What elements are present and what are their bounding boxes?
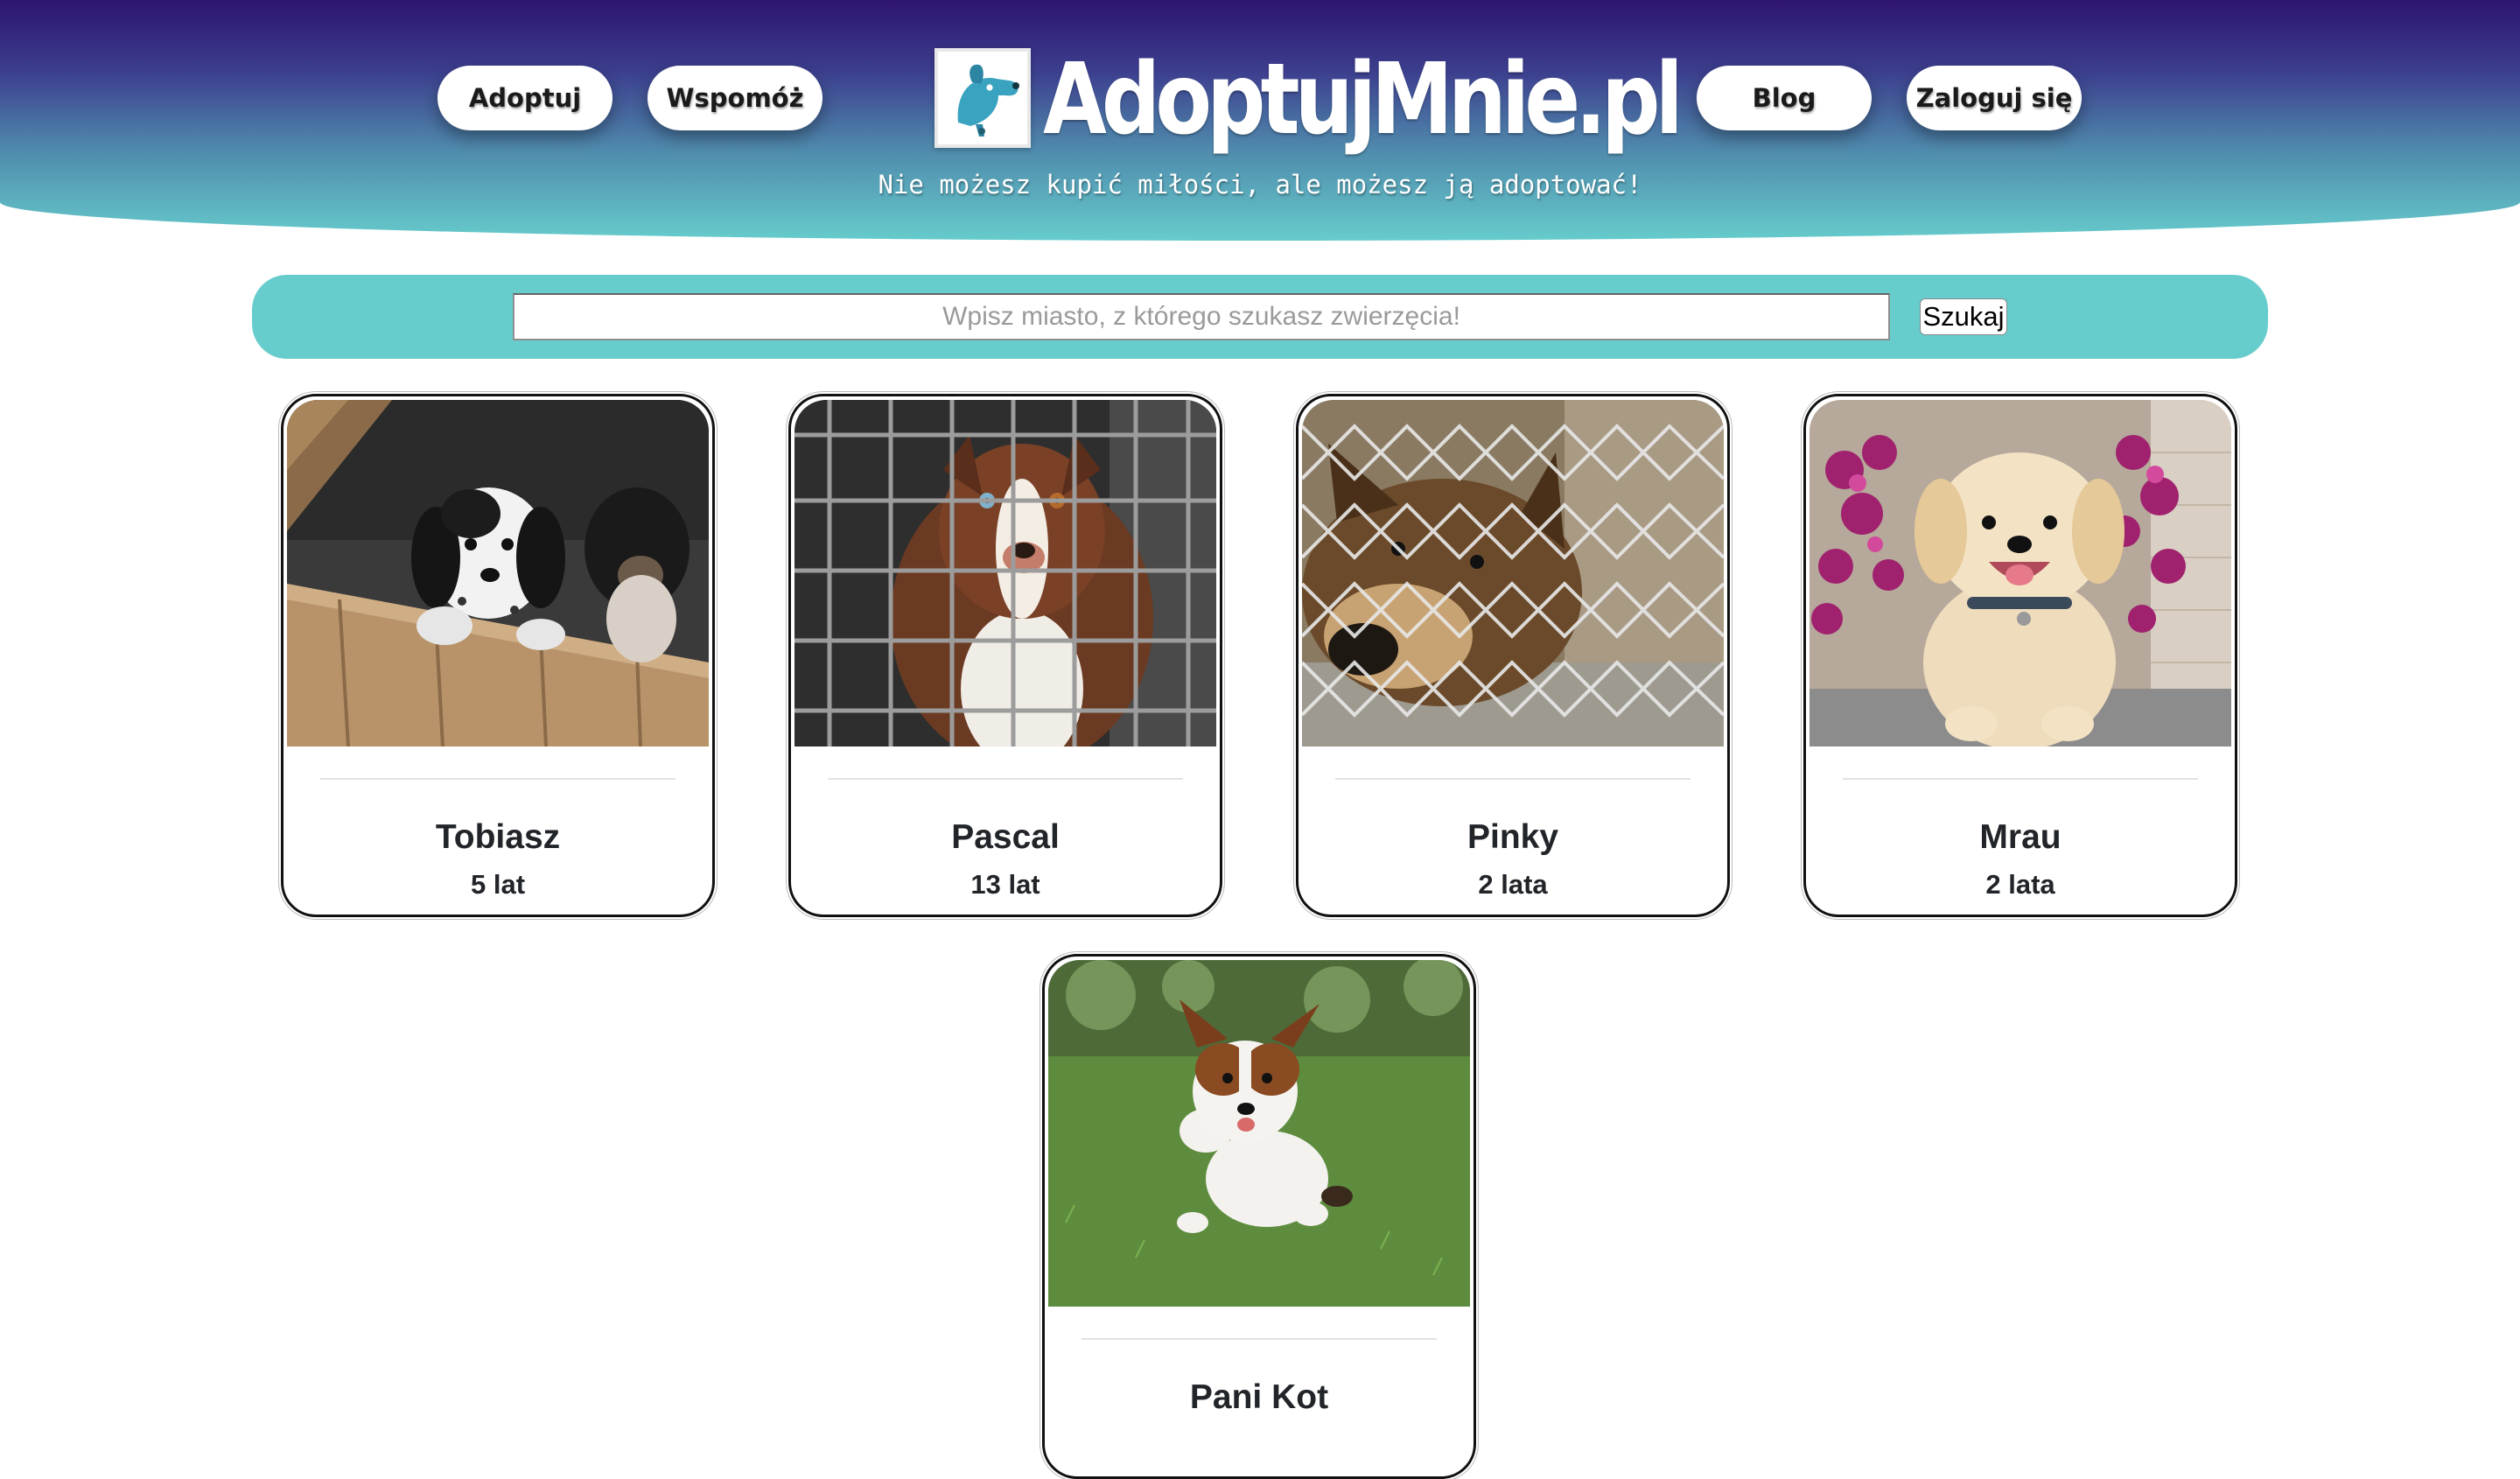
card-divider [1843, 778, 2198, 780]
pet-name: Tobiasz [435, 818, 561, 856]
pet-photo [287, 400, 709, 747]
tagline: Nie możesz kupić miłości, ale możesz ją … [878, 170, 1642, 200]
pet-name: Pinky [1466, 818, 1559, 856]
site-logo[interactable]: AdoptujMnie.pl [934, 47, 1799, 149]
site-header: Adoptuj Wspomóż AdoptujMnie.pl Blog Zalo… [0, 0, 2520, 241]
pet-card[interactable]: Tobiasz 5 lat [281, 394, 715, 917]
pet-card[interactable]: Pascal 13 lat [788, 394, 1222, 917]
search-bar: Szukaj [252, 275, 2268, 359]
nav-blog-button[interactable]: Blog [1697, 66, 1872, 130]
nav-wspomoz-button[interactable]: Wspomóż [648, 66, 822, 130]
pet-age: 5 lat [470, 869, 526, 900]
nav-adoptuj-button[interactable]: Adoptuj [438, 66, 612, 130]
city-search-input[interactable] [513, 293, 1890, 340]
pet-age: 2 lata [1985, 869, 2055, 900]
pet-name: Pani Kot [1189, 1378, 1329, 1416]
nav-login-button[interactable]: Zaloguj się [1907, 66, 2082, 130]
pet-card[interactable]: Pinky 2 lata [1296, 394, 1730, 917]
pet-photo [1048, 960, 1470, 1307]
dog-head-icon [934, 48, 1031, 148]
pet-name: Pascal [951, 818, 1060, 856]
card-divider [320, 778, 676, 780]
pet-age: 2 lata [1478, 869, 1548, 900]
pet-age: 13 lat [970, 869, 1040, 900]
card-divider [1082, 1338, 1437, 1340]
pet-photo [1302, 400, 1724, 747]
pet-photo [794, 400, 1216, 747]
card-divider [828, 778, 1183, 780]
pet-photo [1810, 400, 2231, 747]
pet-card[interactable]: Pani Kot [1042, 954, 1476, 1479]
search-button[interactable]: Szukaj [1920, 298, 2007, 335]
logo-text: AdoptujMnie.pl [1043, 43, 1684, 157]
pet-card[interactable]: Mrau 2 lata [1803, 394, 2237, 917]
pet-name: Mrau [1979, 818, 2062, 856]
card-divider [1335, 778, 1690, 780]
